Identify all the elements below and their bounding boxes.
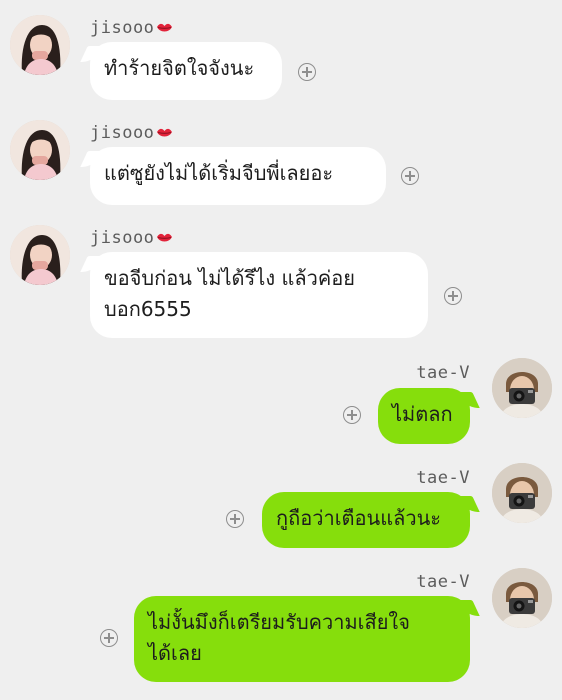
avatar-tae-v[interactable]	[492, 358, 552, 418]
message-text-line: ไม่งั้นมึงก็เตรียมรับความเสียใจ	[148, 610, 410, 634]
plus-circle-icon[interactable]	[343, 406, 361, 424]
message-bubble[interactable]: ไม่ตลก	[378, 388, 470, 444]
message-text-line: ขอจีบก่อน ไม่ได้รึไง แล้วค่อย	[104, 266, 355, 290]
avatar-tae-v-image	[492, 463, 552, 523]
message-bubble[interactable]: กูถือว่าเตือนแล้วนะ	[262, 492, 470, 548]
message-bubble[interactable]: ทำร้ายจิตใจจังนะ	[90, 42, 282, 100]
avatar-tae-v-image	[492, 358, 552, 418]
message-text: ไม่ตลก	[392, 402, 453, 426]
plus-circle-icon[interactable]	[401, 167, 419, 185]
message-text-line: บอก6555	[104, 297, 192, 321]
message-bubble[interactable]: ไม่งั้นมึงก็เตรียมรับความเสียใจ ได้เลย	[134, 596, 470, 682]
plus-circle-icon[interactable]	[444, 287, 462, 305]
avatar-jisooo-image	[10, 225, 70, 285]
sender-name: jisooo	[90, 18, 173, 38]
avatar-jisooo-image	[10, 15, 70, 75]
message-bubble[interactable]: ขอจีบก่อน ไม่ได้รึไง แล้วค่อย บอก6555	[90, 252, 428, 338]
message-text: กูถือว่าเตือนแล้วนะ	[276, 506, 441, 530]
sender-name: tae-V	[416, 572, 470, 592]
avatar-jisooo[interactable]	[10, 120, 70, 180]
plus-circle-icon[interactable]	[100, 629, 118, 647]
message-bubble[interactable]: แต่ซูยังไม่ได้เริ่มจีบพี่เลยอะ	[90, 147, 386, 205]
message-text: ทำร้ายจิตใจจังนะ	[104, 56, 255, 80]
avatar-jisooo-image	[10, 120, 70, 180]
message-text: แต่ซูยังไม่ได้เริ่มจีบพี่เลยอะ	[104, 161, 334, 185]
avatar-jisooo[interactable]	[10, 225, 70, 285]
plus-circle-icon[interactable]	[226, 510, 244, 528]
kiss-lips-icon	[157, 128, 173, 137]
kiss-lips-icon	[157, 23, 173, 32]
avatar-tae-v[interactable]	[492, 568, 552, 628]
plus-circle-icon[interactable]	[298, 63, 316, 81]
sender-name: jisooo	[90, 123, 173, 143]
avatar-tae-v[interactable]	[492, 463, 552, 523]
kiss-lips-icon	[157, 233, 173, 242]
sender-name: tae-V	[416, 363, 470, 383]
avatar-jisooo[interactable]	[10, 15, 70, 75]
sender-name: tae-V	[416, 468, 470, 488]
sender-name: jisooo	[90, 228, 173, 248]
avatar-tae-v-image	[492, 568, 552, 628]
message-text-line: ได้เลย	[148, 641, 202, 665]
